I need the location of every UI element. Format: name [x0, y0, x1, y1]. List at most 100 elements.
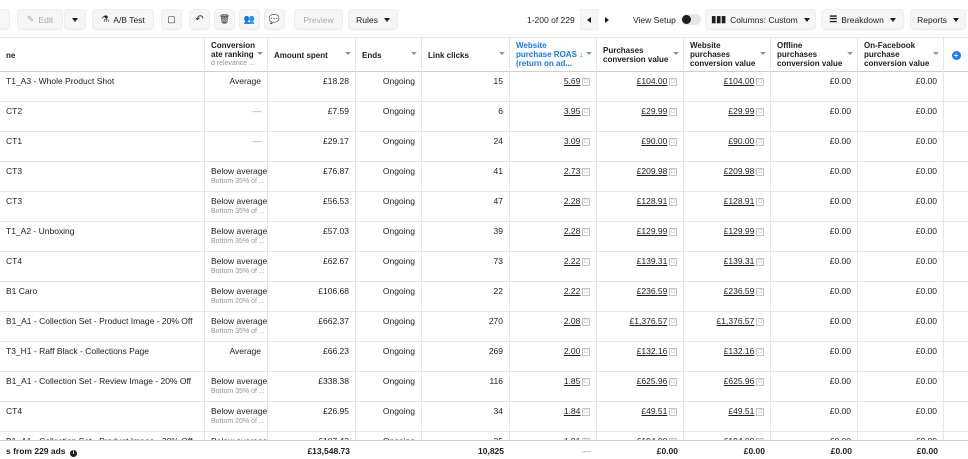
cell-wpcv[interactable]: £49.51 □	[684, 402, 771, 432]
table-row[interactable]: B1_A1 - Collection Set - Product Image -…	[0, 312, 968, 342]
cell-roas-value[interactable]: 2.28	[564, 196, 581, 206]
table-row[interactable]: CT2— £7.59 Ongoing 6 3.95 □ £29.99 □ £29.99 □ £0.0…	[0, 102, 968, 132]
undo-button[interactable]: ↶	[189, 9, 210, 30]
cell-pcv-value[interactable]: £29.99	[641, 106, 667, 116]
cell-pcv-value[interactable]: £129.99	[637, 226, 668, 236]
cell-wpcv-value[interactable]: £104.00	[724, 76, 755, 86]
cell-wpcv[interactable]: £129.99 □	[684, 222, 771, 252]
cell-pcv-value[interactable]: £625.96	[637, 376, 668, 386]
cell-name[interactable]: CT1	[0, 132, 205, 162]
breakdown-button[interactable]: ☰ Breakdown	[821, 9, 904, 30]
table-row[interactable]: CT4 Below average Bottom 20% of ... £26.95 O…	[0, 402, 968, 432]
table-row[interactable]: B1_A1 - Collection Set - Product Image -…	[0, 432, 968, 440]
cell-pcv-value[interactable]: £209.98	[637, 166, 668, 176]
select-checkbox-edge[interactable]	[0, 9, 10, 30]
table-row[interactable]: CT3 Below average Bottom 35% of ... £76.87 O…	[0, 162, 968, 192]
cell-wpcv-value[interactable]: £625.96	[724, 376, 755, 386]
cell-roas-value[interactable]: 2.08	[564, 316, 581, 326]
edit-button[interactable]: ✎ Edit	[17, 9, 63, 30]
audience-button[interactable]: 👥	[239, 9, 260, 30]
edit-dropdown-button[interactable]	[64, 9, 86, 30]
cell-roas[interactable]: 2.00 □	[510, 342, 597, 372]
cell-pcv[interactable]: £194.00□	[597, 432, 684, 440]
cell-roas-value[interactable]: 2.22	[564, 256, 581, 266]
view-setup-toggle[interactable]	[680, 14, 701, 25]
cell-roas-value[interactable]: 2.00	[564, 346, 581, 356]
cell-name[interactable]: CT2	[0, 102, 205, 132]
col-header-roas[interactable]: Website purchase ROAS ↓ (return on ad...	[510, 38, 597, 72]
col-header-pcv[interactable]: Purchases conversion value	[597, 38, 684, 72]
cell-roas[interactable]: 2.73 □	[510, 162, 597, 192]
cell-pcv-value[interactable]: £139.31	[637, 256, 668, 266]
cell-roas-value[interactable]: 5.69	[564, 76, 581, 86]
cell-pcv[interactable]: £104.00 □	[597, 72, 684, 102]
preview-button[interactable]: Preview	[294, 9, 343, 30]
cell-roas[interactable]: 2.28 □	[510, 222, 597, 252]
cell-wpcv[interactable]: £1,376.57 □	[684, 312, 771, 342]
cell-roas[interactable]: 2.22 □	[510, 252, 597, 282]
cell-name[interactable]: CT4	[0, 402, 205, 432]
cell-roas[interactable]: 2.28 □	[510, 192, 597, 222]
cell-wpcv-value[interactable]: £129.99	[724, 226, 755, 236]
cell-wpcv[interactable]: £104.00 □	[684, 72, 771, 102]
cell-roas-value[interactable]: 1.85	[564, 376, 581, 386]
info-icon[interactable]: i	[69, 450, 77, 457]
cell-pcv[interactable]: £29.99 □	[597, 102, 684, 132]
cell-wpcv[interactable]: £128.91 □	[684, 192, 771, 222]
table-row[interactable]: T3_H1 - Raff Black - Collections Page Ave…	[0, 342, 968, 372]
cell-wpcv[interactable]: £209.98 □	[684, 162, 771, 192]
cell-roas-value[interactable]: 1.84	[564, 406, 581, 416]
cell-wpcv[interactable]: £194.00□	[684, 432, 771, 440]
cell-roas[interactable]: 1.85 □	[510, 372, 597, 402]
table-row[interactable]: CT1— £29.17 Ongoing 24 3.09 □ £90.00 □ £90.00 □ £0…	[0, 132, 968, 162]
cell-pcv-value[interactable]: £236.59	[637, 286, 668, 296]
cell-name[interactable]: CT4	[0, 252, 205, 282]
cell-name[interactable]: B1_A1 - Collection Set - Review Image - …	[0, 372, 205, 402]
col-header-ends[interactable]: Ends	[356, 38, 422, 72]
cell-pcv[interactable]: £209.98 □	[597, 162, 684, 192]
cell-pcv[interactable]: £236.59 □	[597, 282, 684, 312]
next-page-button[interactable]	[597, 9, 616, 30]
cell-wpcv-value[interactable]: £90.00	[728, 136, 754, 146]
cell-name[interactable]: CT3	[0, 162, 205, 192]
cell-wpcv-value[interactable]: £29.99	[728, 106, 754, 116]
cell-pcv[interactable]: £1,376.57 □	[597, 312, 684, 342]
duplicate-button[interactable]: ▢	[161, 9, 182, 30]
table-row[interactable]: T1_A3 - Whole Product Shot Average £18.28 O…	[0, 72, 968, 102]
cell-pcv[interactable]: £129.99 □	[597, 222, 684, 252]
comment-button[interactable]: 💬	[264, 9, 285, 30]
reports-button[interactable]: Reports	[910, 9, 966, 30]
cell-wpcv[interactable]: £29.99 □	[684, 102, 771, 132]
cell-wpcv-value[interactable]: £139.31	[724, 256, 755, 266]
cell-pcv[interactable]: £128.91 □	[597, 192, 684, 222]
cell-name[interactable]: T1_A3 - Whole Product Shot	[0, 72, 205, 102]
cell-name[interactable]: T3_H1 - Raff Black - Collections Page	[0, 342, 205, 372]
cell-roas-value[interactable]: 2.28	[564, 226, 581, 236]
cell-roas[interactable]: 3.09 □	[510, 132, 597, 162]
cell-name[interactable]: B1 Caro	[0, 282, 205, 312]
cell-pcv-value[interactable]: £49.51	[641, 406, 667, 416]
cell-wpcv[interactable]: £236.59 □	[684, 282, 771, 312]
delete-button[interactable]: 🗑	[214, 9, 235, 30]
cell-wpcv-value[interactable]: £1,376.57	[717, 316, 755, 326]
table-row[interactable]: CT4 Below average Bottom 35% of ... £62.67 O…	[0, 252, 968, 282]
cell-wpcv-value[interactable]: £132.16	[724, 346, 755, 356]
cell-roas[interactable]: 3.95 □	[510, 102, 597, 132]
cell-name[interactable]: T1_A2 - Unboxing	[0, 222, 205, 252]
table-row[interactable]: T1_A2 - Unboxing Below average Bottom 35% …	[0, 222, 968, 252]
col-header-offline[interactable]: Offline purchases conversion value	[771, 38, 858, 72]
col-header-clicks[interactable]: Link clicks	[422, 38, 510, 72]
cell-roas-value[interactable]: 3.95	[564, 106, 581, 116]
rules-button[interactable]: Rules	[348, 9, 398, 30]
col-header-wpcv[interactable]: Website purchases conversion value	[684, 38, 771, 72]
cell-wpcv[interactable]: £625.96 □	[684, 372, 771, 402]
table-row[interactable]: B1_A1 - Collection Set - Review Image - …	[0, 372, 968, 402]
cell-roas[interactable]: 5.69 □	[510, 72, 597, 102]
col-header-amount[interactable]: Amount spent	[268, 38, 356, 72]
cell-pcv[interactable]: £139.31 □	[597, 252, 684, 282]
table-row[interactable]: B1 Caro Below average Bottom 20% of ... £10…	[0, 282, 968, 312]
cell-wpcv-value[interactable]: £209.98	[724, 166, 755, 176]
col-header-name[interactable]: ne	[0, 38, 205, 72]
cell-wpcv-value[interactable]: £49.51	[728, 406, 754, 416]
cell-name[interactable]: CT3	[0, 192, 205, 222]
